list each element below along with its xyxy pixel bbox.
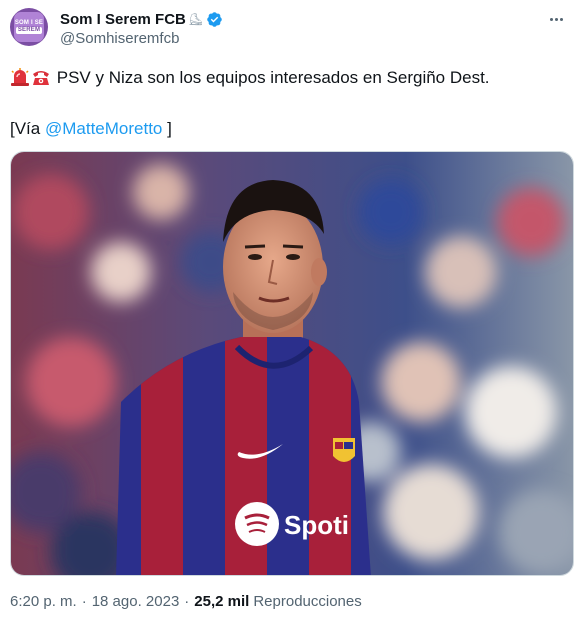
- more-options-icon[interactable]: [545, 10, 567, 28]
- tweet-text-body: PSV y Niza son los equipos interesados e…: [56, 68, 490, 87]
- player-photo-illustration: Spoti: [11, 152, 573, 575]
- display-name[interactable]: Som I Serem FCB: [60, 11, 186, 28]
- tweet-text: PSV y Niza son los equipos interesados e…: [10, 66, 570, 90]
- via-suffix: ]: [162, 119, 172, 138]
- verified-badge-icon[interactable]: [206, 11, 223, 28]
- tweet-card: SOM I SE SEREM Som I Serem FCB ⛸ @Somhis…: [0, 0, 585, 618]
- mention-link[interactable]: @MatteMoretto: [45, 119, 162, 138]
- more-dot: [554, 17, 558, 21]
- avatar-logo-bottom-text: SEREM: [15, 27, 43, 34]
- more-dot: [549, 17, 553, 21]
- skate-emoji-icon: ⛸: [187, 12, 204, 26]
- meta-separator: ·: [81, 593, 87, 610]
- more-dot: [559, 17, 563, 21]
- rotating-light-emoji-icon: [11, 68, 29, 86]
- avatar-logo-top-text: SOM I SE: [14, 20, 44, 26]
- name-row: Som I Serem FCB ⛸: [60, 9, 223, 29]
- tweet-photo[interactable]: Spoti: [10, 151, 574, 576]
- user-handle[interactable]: @Somhiseremfcb: [60, 29, 223, 49]
- views-label: Reproducciones: [253, 593, 362, 610]
- telephone-emoji-icon: [33, 71, 49, 85]
- jersey-sponsor-text: Spoti: [284, 510, 349, 540]
- tweet-time[interactable]: 6:20 p. m.: [10, 592, 77, 612]
- spotify-logo-icon: [235, 502, 279, 546]
- tweet-meta: 6:20 p. m. · 18 ago. 2023 · 25,2 mil Rep…: [10, 592, 362, 612]
- avatar-logo: SOM I SE SEREM: [14, 12, 44, 42]
- tweet-source-line: [Vía @MatteMoretto ]: [10, 117, 172, 141]
- club-crest-icon: [333, 438, 355, 462]
- user-info: Som I Serem FCB ⛸ @Somhiseremfcb: [60, 9, 223, 49]
- tweet-date[interactable]: 18 ago. 2023: [92, 592, 180, 612]
- avatar[interactable]: SOM I SE SEREM: [10, 8, 48, 46]
- via-prefix: [Vía: [10, 119, 45, 138]
- meta-separator: ·: [184, 593, 190, 610]
- views-count: 25,2 mil: [194, 593, 250, 610]
